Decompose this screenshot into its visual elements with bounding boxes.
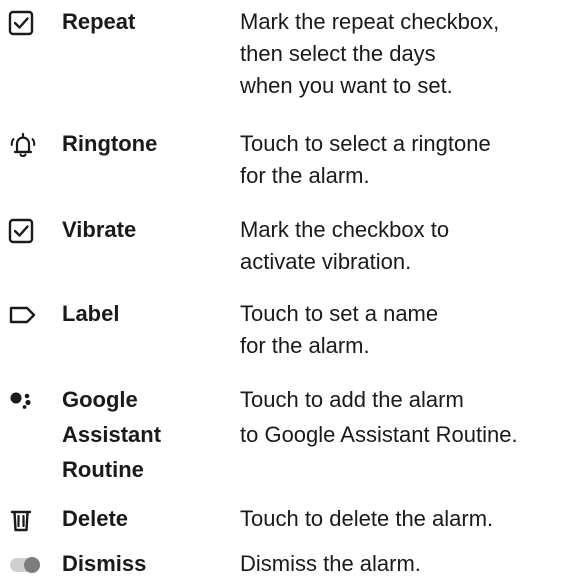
item-description: Touch to delete the alarm.: [240, 506, 494, 531]
item-name: Vibrate: [62, 217, 137, 242]
item-name: Ringtone: [62, 131, 158, 156]
ringtone-bell-icon: [8, 130, 42, 160]
item-name: Repeat: [62, 9, 136, 34]
checkbox-checked-icon: [8, 216, 42, 246]
item-name: Delete: [62, 506, 129, 531]
item-name: Dismiss: [62, 551, 147, 576]
item-description: Mark the checkbox to activate vibration.: [240, 217, 450, 274]
google-assistant-icon: [8, 384, 42, 414]
toggle-switch-icon: [8, 550, 42, 580]
item-description: Dismiss the alarm.: [240, 551, 421, 576]
item-description: Touch to set a name for the alarm.: [240, 301, 439, 358]
trash-icon: [8, 505, 42, 535]
item-name: Label: [62, 301, 120, 326]
item-name: Google Assistant Routine: [62, 387, 162, 482]
checkbox-checked-icon: [8, 8, 42, 38]
label-tag-icon: [8, 300, 42, 330]
item-description: Mark the repeat checkbox, then select th…: [240, 9, 500, 98]
item-description: Touch to add the alarm to Google Assista…: [240, 387, 518, 447]
item-description: Touch to select a ringtone for the alarm…: [240, 131, 491, 188]
